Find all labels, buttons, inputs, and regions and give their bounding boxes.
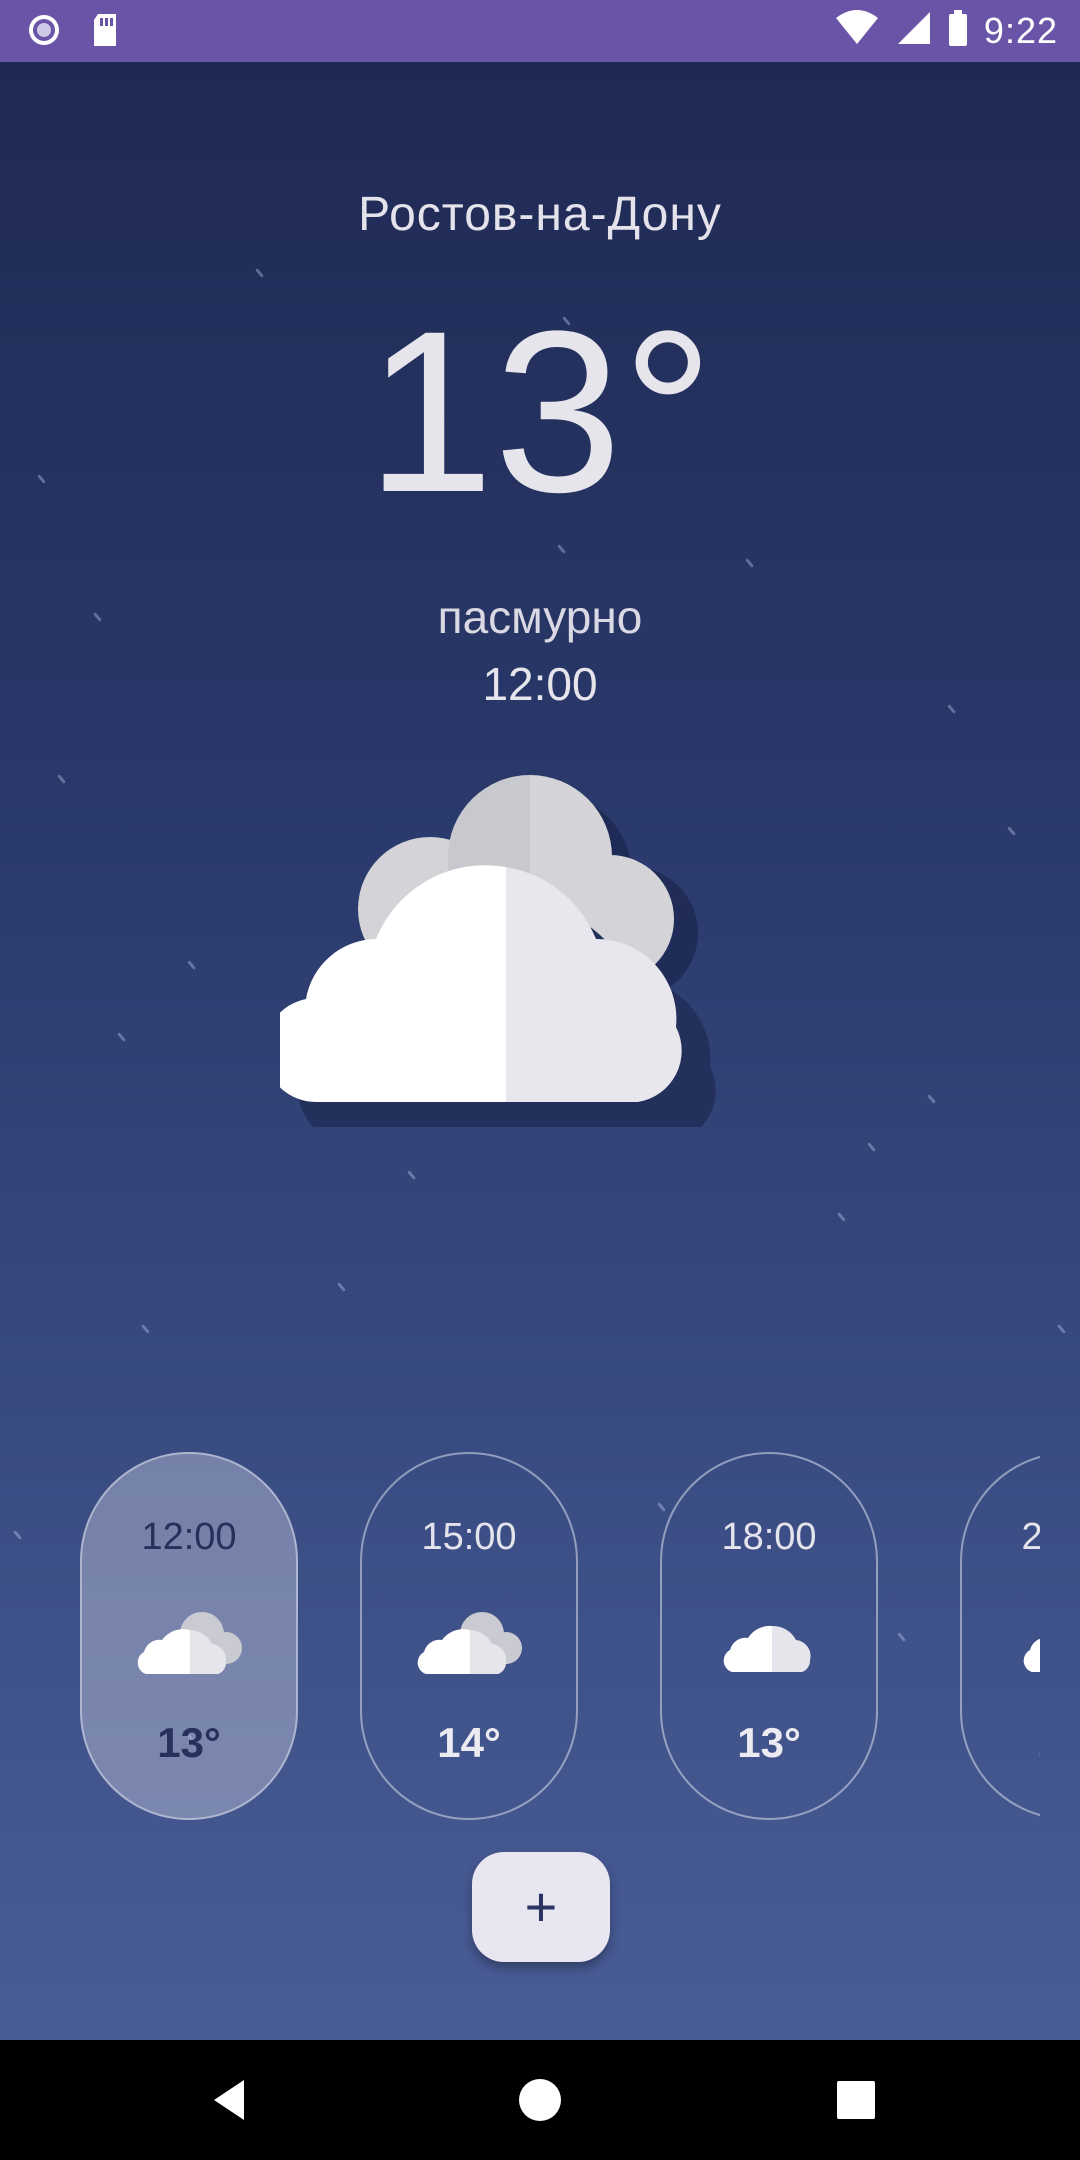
cloudy-icon bbox=[280, 775, 716, 1127]
cloudy-icon bbox=[137, 1612, 242, 1674]
record-icon bbox=[26, 12, 62, 53]
sd-card-icon bbox=[90, 12, 120, 53]
weather-screen[interactable]: Ростов-на-Дону 13° пасмурно 12:00 12:00 bbox=[0, 62, 1080, 2040]
weather-condition: пасмурно bbox=[437, 591, 643, 643]
cloud-icon bbox=[723, 1625, 811, 1672]
current-time: 12:00 bbox=[482, 658, 598, 710]
signal-icon bbox=[894, 8, 932, 53]
current-temperature: 13° bbox=[366, 283, 714, 540]
hour-time: 21:00 bbox=[1021, 1516, 1040, 1558]
hour-temperature: 13° bbox=[157, 1719, 221, 1766]
hour-temperature: 13° bbox=[737, 1719, 801, 1766]
hour-card[interactable]: 12:00 13° bbox=[80, 1452, 298, 1820]
hour-temperature: 14° bbox=[437, 1719, 501, 1766]
battery-icon bbox=[946, 8, 970, 53]
plus-icon: + bbox=[524, 1875, 558, 1938]
status-left-icons bbox=[26, 12, 120, 53]
hour-card[interactable]: 21:00 13° bbox=[960, 1452, 1040, 1820]
wifi-icon bbox=[834, 8, 880, 53]
city-name: Ростов-на-Дону bbox=[358, 188, 722, 241]
home-icon[interactable] bbox=[510, 2070, 570, 2130]
navigation-bar bbox=[0, 2040, 1080, 2160]
hour-time: 15:00 bbox=[421, 1516, 517, 1558]
status-right-icons: 9:22 bbox=[834, 8, 1058, 53]
hour-card[interactable]: 15:00 14° bbox=[360, 1452, 578, 1820]
cloud-icon bbox=[1023, 1638, 1040, 1672]
add-city-button[interactable]: + bbox=[472, 1852, 610, 1962]
hour-time: 18:00 bbox=[721, 1516, 817, 1558]
hour-time: 12:00 bbox=[141, 1516, 237, 1558]
recents-icon[interactable] bbox=[826, 2070, 886, 2130]
cloudy-icon bbox=[417, 1612, 522, 1674]
hourly-forecast[interactable]: 12:00 13° 15:00 14° 18:00 13° 2 bbox=[0, 1452, 1040, 1832]
back-icon[interactable] bbox=[200, 2070, 260, 2130]
hour-card[interactable]: 18:00 13° bbox=[660, 1452, 878, 1820]
status-bar: 9:22 bbox=[0, 0, 1080, 62]
status-time: 9:22 bbox=[983, 9, 1058, 51]
hour-temperature: 13° bbox=[962, 1719, 1040, 1767]
